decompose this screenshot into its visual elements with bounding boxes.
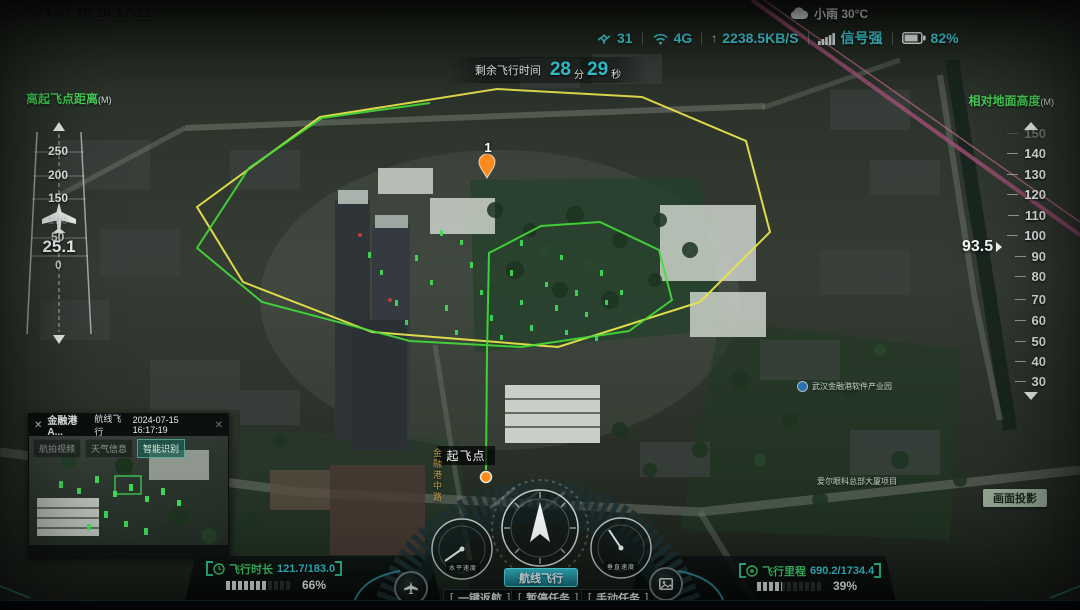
scale-tick: 110 [1025,208,1046,223]
photo-icon [659,578,673,590]
progress-fill [226,581,268,590]
capture-button[interactable] [649,567,683,601]
poi-icon [797,381,808,392]
battery-icon [902,32,926,44]
waypoint-number[interactable]: 1 [480,140,496,155]
map-poi-label: 爱尔眼科总部大厦项目 [817,476,897,487]
video-panel-mode: 航线飞行 [94,412,127,438]
screen-projection-button[interactable]: 画面投影 [983,489,1047,507]
remaining-flight-time: 剩余飞行时间 28 分 29 秒 [448,57,648,83]
network-type: 4G [674,30,693,46]
scale-tick: 70 [1032,292,1046,307]
flight-mileage-progress: 39% [757,579,857,593]
plane-icon [403,580,419,596]
scale-tick: 120 [1024,187,1046,202]
video-panel-title: 金融港A... [47,412,89,438]
scale-tick: 40 [1032,354,1046,369]
satellite-status: 31 [596,30,633,46]
flight-duration-progress: 66% [226,578,326,592]
altitude-value: 93.5 [962,238,993,256]
status-bar: 31 4G ↑ 2238.5KB/S [596,28,1016,48]
link-rate-status: ↑ 2238.5KB/S [711,30,798,46]
distance-scale: 250 200 150 100 50 0 25.1 [20,118,98,348]
close-icon[interactable]: ✕ [34,420,42,431]
detection-marks [368,230,623,341]
altitude-pointer-icon [996,242,1002,252]
link-rate: 2238.5KB/S [722,30,798,46]
video-panel-footer [29,545,228,557]
upload-arrow-icon: ↑ [711,31,717,45]
flight-duration-percent: 66% [302,578,326,592]
flight-mileage-value: 690.2/1734.4 [810,565,874,577]
map-poi-label: 武汉金融港软件产业园 [797,381,892,392]
altitude-scale: 150 140 130 120 110 100 90 80 70 60 50 4… [994,118,1054,408]
altitude-readout: 93.5 [962,238,1002,256]
cloud-icon [790,7,808,20]
altitude-scale-title: 相对地面高度(M) [958,92,1054,109]
satellite-count: 31 [617,30,633,46]
progress-fill [757,582,782,591]
scale-tick: 90 [1032,249,1046,264]
battery-status: 82% [902,30,959,46]
scale-tick: 130 [1024,167,1046,182]
bottom-frame-bar [0,600,1080,610]
scale-tick: 100 [1024,228,1046,243]
scale-down-arrow [1024,392,1038,400]
distance-value: 25.1 [37,237,81,257]
tab-smart-recognition[interactable]: 智能识别 [137,439,185,458]
weather-label: 小雨 30°C [814,5,868,22]
scale-tick: 140 [1024,146,1046,161]
scale-tick: 60 [1032,313,1046,328]
scale-tick: 50 [1032,334,1046,349]
drone-flight-app: 1 起飞点 武汉金融港软件产业园 爱尔眼科总部大厦项目 金融港中路 2024-0… [0,0,1080,610]
battery-percent: 82% [931,30,959,46]
video-panel-timestamp: 2024-07-15 16:17:19 [133,415,210,435]
clock-icon [213,563,225,575]
satellite-icon [596,30,612,46]
flight-mode-button[interactable]: 航线飞行 [504,568,578,587]
flight-duration-label: 飞行时长 [229,561,273,577]
flight-mileage-label: 飞行里程 [762,563,806,579]
signal-status: 信号强 [818,28,883,48]
weather-widget: 小雨 30°C [790,5,868,22]
tab-weather-info[interactable]: 天气信息 [85,439,133,458]
system-timestamp: 2024-07-15 16:17:21 [20,5,152,20]
scale-tick: 0 [55,258,62,272]
scale-tick: 80 [1032,269,1046,284]
remaining-minutes: 28 [550,59,571,81]
flight-duration-stat: 飞行时长 121.7/183.0 [206,561,342,576]
waypoint-pin-icon [479,154,495,178]
signal-bars-icon [818,32,836,45]
scale-tick: 30 [1032,374,1046,389]
network-status: 4G [652,30,693,46]
tab-aerial-video[interactable]: 航拍视频 [33,439,81,458]
scale-tick: 150 [1024,126,1046,141]
flight-mileage-percent: 39% [833,579,857,593]
signal-label: 信号强 [841,28,883,48]
remaining-time-label: 剩余飞行时间 [475,62,541,78]
flight-mileage-stat: 飞行里程 690.2/1734.4 [739,563,881,578]
scale-tick: 200 [48,168,68,182]
flight-duration-value: 121.7/183.0 [277,563,335,575]
flight-route [197,103,672,352]
video-panel-header[interactable]: ✕ 金融港A... 航线飞行 2024-07-15 16:17:19 ✕ [29,414,228,436]
scale-tick: 250 [48,144,68,158]
close-icon[interactable]: ✕ [215,420,223,431]
wifi-icon [652,31,669,45]
scale-tick: 150 [48,191,68,205]
scale-tick: 100 [48,213,68,227]
remaining-seconds: 29 [587,59,608,81]
takeoff-point-label: 起飞点 [437,446,495,465]
distance-scale-title: 离起飞点距离(M) [26,90,112,107]
right-dial-label: 垂直速度 [604,562,638,571]
left-dial-label: 水平速度 [446,563,480,572]
video-panel-tabs: 航拍视频 天气信息 智能识别 [33,439,185,458]
video-feed-panel[interactable]: ✕ 金融港A... 航线飞行 2024-07-15 16:17:19 ✕ 航拍视… [28,413,229,558]
